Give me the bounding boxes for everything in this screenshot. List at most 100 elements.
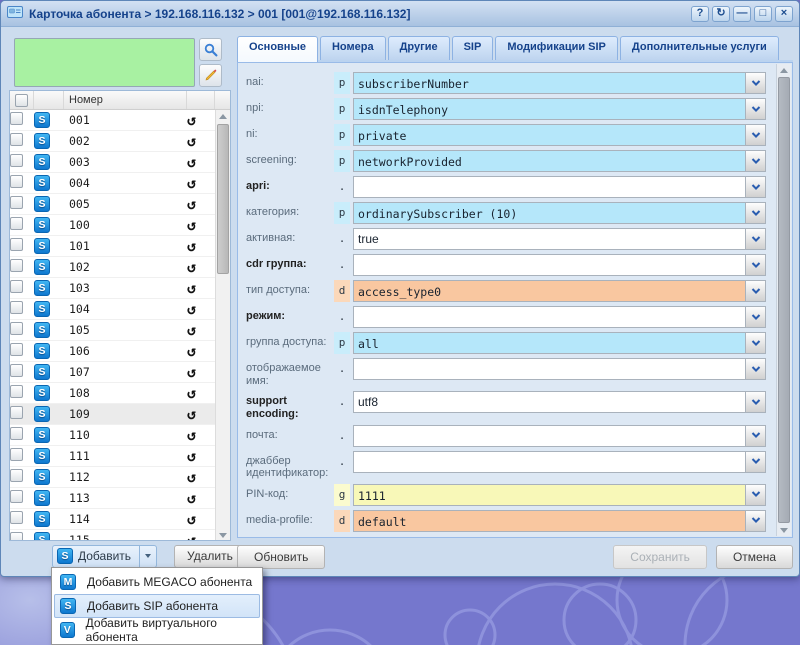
list-item[interactable]: S 003 ↺ bbox=[10, 152, 215, 173]
field-value[interactable]: true bbox=[354, 229, 745, 249]
history-undo-icon[interactable]: ↺ bbox=[187, 531, 196, 542]
history-undo-icon[interactable]: ↺ bbox=[187, 153, 196, 171]
list-item[interactable]: S 107 ↺ bbox=[10, 362, 215, 383]
row-checkbox[interactable] bbox=[10, 112, 23, 125]
list-item[interactable]: S 104 ↺ bbox=[10, 299, 215, 320]
list-item[interactable]: S 106 ↺ bbox=[10, 341, 215, 362]
field-combobox[interactable] bbox=[353, 176, 766, 198]
field-value[interactable] bbox=[354, 426, 745, 446]
field-combobox[interactable] bbox=[353, 254, 766, 276]
list-item[interactable]: S 112 ↺ bbox=[10, 467, 215, 488]
tab-dop-uslugi[interactable]: Дополнительные услуги bbox=[620, 36, 779, 60]
list-item[interactable]: S 109 ↺ bbox=[10, 404, 215, 425]
history-undo-icon[interactable]: ↺ bbox=[187, 321, 196, 339]
field-combobox[interactable]: private bbox=[353, 124, 766, 146]
row-checkbox[interactable] bbox=[10, 280, 23, 293]
field-value[interactable] bbox=[354, 452, 745, 472]
field-combobox[interactable] bbox=[353, 358, 766, 380]
field-combobox[interactable]: networkProvided bbox=[353, 150, 766, 172]
field-value[interactable] bbox=[354, 359, 745, 379]
field-combobox[interactable]: access_type0 bbox=[353, 280, 766, 302]
delete-button[interactable]: Удалить bbox=[174, 545, 246, 568]
row-checkbox[interactable] bbox=[10, 259, 23, 272]
field-value[interactable]: ordinarySubscriber (10) bbox=[354, 203, 745, 223]
row-checkbox[interactable] bbox=[10, 385, 23, 398]
list-item[interactable]: S 005 ↺ bbox=[10, 194, 215, 215]
history-undo-icon[interactable]: ↺ bbox=[187, 195, 196, 213]
history-undo-icon[interactable]: ↺ bbox=[187, 216, 196, 234]
field-combobox[interactable] bbox=[353, 425, 766, 447]
search-button[interactable] bbox=[199, 38, 222, 61]
scrollbar-thumb[interactable] bbox=[778, 77, 790, 523]
field-value[interactable]: access_type0 bbox=[354, 281, 745, 301]
history-undo-icon[interactable]: ↺ bbox=[187, 300, 196, 318]
row-checkbox[interactable] bbox=[10, 427, 23, 440]
type-column-header[interactable] bbox=[34, 91, 64, 109]
help-button[interactable]: ? bbox=[691, 6, 709, 22]
field-combobox[interactable]: default bbox=[353, 510, 766, 532]
field-value[interactable] bbox=[354, 177, 745, 197]
row-checkbox[interactable] bbox=[10, 217, 23, 230]
field-combobox[interactable]: ordinarySubscriber (10) bbox=[353, 202, 766, 224]
field-combobox[interactable]: subscriberNumber bbox=[353, 72, 766, 94]
list-item[interactable]: S 115 ↺ bbox=[10, 530, 215, 541]
combo-trigger-button[interactable] bbox=[745, 485, 765, 505]
list-item[interactable]: S 105 ↺ bbox=[10, 320, 215, 341]
tab-sip[interactable]: SIP bbox=[452, 36, 494, 60]
combo-trigger-button[interactable] bbox=[745, 426, 765, 446]
menu-item-add-virtual[interactable]: V Добавить виртуального абонента bbox=[54, 618, 260, 642]
save-button[interactable]: Сохранить bbox=[613, 545, 707, 569]
list-item[interactable]: S 001 ↺ bbox=[10, 110, 215, 131]
history-undo-icon[interactable]: ↺ bbox=[187, 510, 196, 528]
refresh-form-button[interactable]: Обновить bbox=[237, 545, 325, 569]
list-item[interactable]: S 102 ↺ bbox=[10, 257, 215, 278]
list-item[interactable]: S 110 ↺ bbox=[10, 425, 215, 446]
history-undo-icon[interactable]: ↺ bbox=[187, 363, 196, 381]
history-undo-icon[interactable]: ↺ bbox=[187, 237, 196, 255]
combo-trigger-button[interactable] bbox=[745, 229, 765, 249]
combo-trigger-button[interactable] bbox=[745, 307, 765, 327]
history-undo-icon[interactable]: ↺ bbox=[187, 426, 196, 444]
field-value[interactable]: subscriberNumber bbox=[354, 73, 745, 93]
combo-trigger-button[interactable] bbox=[745, 333, 765, 353]
field-value[interactable]: isdnTelephony bbox=[354, 99, 745, 119]
combo-trigger-button[interactable] bbox=[745, 177, 765, 197]
field-value[interactable] bbox=[354, 255, 745, 275]
list-item[interactable]: S 114 ↺ bbox=[10, 509, 215, 530]
list-item[interactable]: S 111 ↺ bbox=[10, 446, 215, 467]
history-undo-icon[interactable]: ↺ bbox=[187, 111, 196, 129]
field-value[interactable]: utf8 bbox=[354, 392, 745, 412]
history-undo-icon[interactable]: ↺ bbox=[187, 489, 196, 507]
form-scrollbar[interactable] bbox=[776, 64, 791, 536]
history-undo-icon[interactable]: ↺ bbox=[187, 279, 196, 297]
row-checkbox[interactable] bbox=[10, 175, 23, 188]
history-undo-icon[interactable]: ↺ bbox=[187, 447, 196, 465]
select-all-checkbox[interactable] bbox=[15, 94, 28, 107]
combo-trigger-button[interactable] bbox=[745, 255, 765, 275]
add-dropdown-arrow[interactable] bbox=[139, 546, 156, 567]
combo-trigger-button[interactable] bbox=[745, 392, 765, 412]
row-checkbox[interactable] bbox=[10, 196, 23, 209]
row-checkbox[interactable] bbox=[10, 469, 23, 482]
add-subscriber-split-button[interactable]: S Добавить bbox=[52, 545, 157, 568]
field-value[interactable]: networkProvided bbox=[354, 151, 745, 171]
list-item[interactable]: S 002 ↺ bbox=[10, 131, 215, 152]
row-checkbox[interactable] bbox=[10, 511, 23, 524]
tab-drugie[interactable]: Другие bbox=[388, 36, 450, 60]
menu-item-add-sip[interactable]: S Добавить SIP абонента bbox=[54, 594, 260, 618]
close-button[interactable]: × bbox=[775, 6, 793, 22]
field-value[interactable]: private bbox=[354, 125, 745, 145]
field-combobox[interactable]: true bbox=[353, 228, 766, 250]
refresh-button[interactable]: ↻ bbox=[712, 6, 730, 22]
row-checkbox[interactable] bbox=[10, 448, 23, 461]
field-combobox[interactable] bbox=[353, 451, 766, 473]
combo-trigger-button[interactable] bbox=[745, 281, 765, 301]
history-undo-icon[interactable]: ↺ bbox=[187, 342, 196, 360]
combo-trigger-button[interactable] bbox=[745, 151, 765, 171]
combo-trigger-button[interactable] bbox=[745, 73, 765, 93]
list-item[interactable]: S 103 ↺ bbox=[10, 278, 215, 299]
menu-item-add-megaco[interactable]: M Добавить MEGACO абонента bbox=[54, 570, 260, 594]
scrollbar-thumb[interactable] bbox=[217, 124, 229, 274]
field-value[interactable]: default bbox=[354, 511, 745, 531]
row-checkbox[interactable] bbox=[10, 343, 23, 356]
